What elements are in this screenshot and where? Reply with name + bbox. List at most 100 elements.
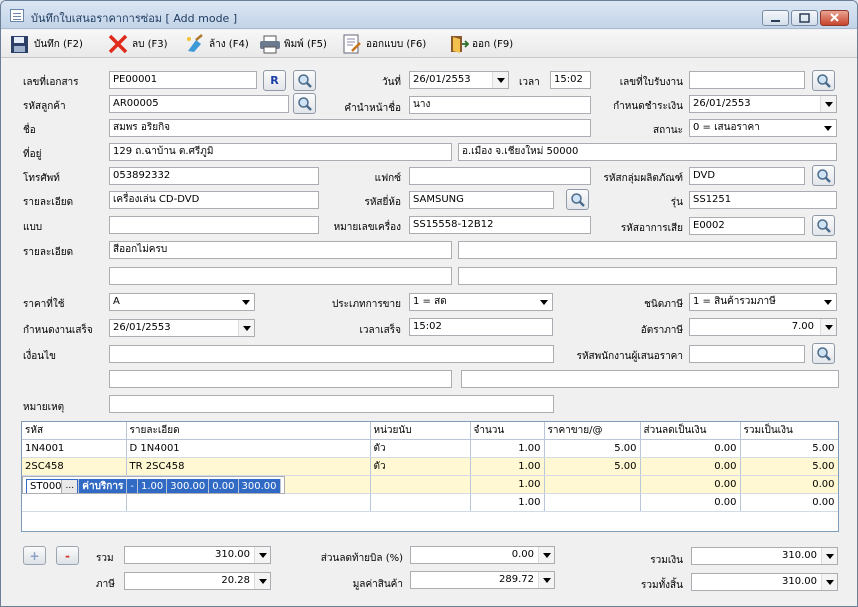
detail2-line4-field[interactable] — [458, 267, 837, 285]
name-field[interactable]: สมพร อริยกิจ — [109, 119, 591, 137]
dropdown-arrow-icon[interactable] — [538, 547, 554, 563]
customer-search-button[interactable] — [293, 93, 316, 114]
receipt-search-button[interactable] — [812, 70, 835, 91]
cell-price[interactable] — [544, 475, 641, 494]
minimize-button[interactable] — [762, 10, 789, 26]
cell-price[interactable]: 300.00 — [166, 478, 210, 493]
cell-amount[interactable]: 0.00 — [740, 475, 838, 494]
finish-time-field[interactable]: 15:02 — [409, 318, 553, 336]
table-row[interactable]: 1.00 0.00 0.00 — [22, 493, 838, 512]
conditions-line3-field[interactable] — [461, 370, 839, 388]
symptom-search-button[interactable] — [812, 215, 835, 236]
price-used-select[interactable]: A — [109, 293, 255, 311]
product-group-field[interactable]: DVD — [689, 167, 805, 185]
table-row[interactable]: 2SC458 TR 2SC458 ตัว 1.00 5.00 0.00 5.00 — [22, 457, 838, 476]
prefix-field[interactable]: นาง — [409, 96, 591, 114]
bill-discount-field[interactable]: 0.00 — [410, 546, 555, 564]
column-header-unit[interactable]: หน่วยนับ — [370, 422, 471, 440]
cell-unit[interactable] — [370, 475, 471, 494]
dropdown-arrow-icon[interactable] — [821, 548, 837, 564]
column-header-price[interactable]: ราคาขาย/@ — [544, 422, 641, 440]
cell-discount[interactable]: 0.00 — [640, 439, 741, 458]
cell-detail[interactable] — [126, 493, 371, 512]
cell-amount[interactable]: 300.00 — [238, 478, 281, 493]
salesman-field[interactable] — [689, 345, 805, 363]
product-group-search-button[interactable] — [812, 165, 835, 186]
customer-code-field[interactable]: AR00005 — [109, 95, 289, 113]
cell-detail[interactable]: TR 2SC458 — [126, 457, 371, 476]
dropdown-arrow-icon[interactable] — [820, 319, 836, 335]
dropdown-arrow-icon[interactable] — [820, 96, 836, 112]
delete-button[interactable]: ลบ (F3) — [107, 34, 168, 54]
cell-qty[interactable]: 1.00 — [470, 439, 545, 458]
cell-code[interactable]: 2SC458 — [22, 457, 127, 476]
doc-no-search-button[interactable] — [293, 70, 316, 91]
cell-amount[interactable]: 0.00 — [740, 493, 838, 512]
date-picker[interactable]: 26/01/2553 — [409, 71, 509, 89]
grand-total-field[interactable]: 310.00 — [691, 573, 838, 591]
dropdown-arrow-icon[interactable] — [238, 294, 254, 310]
conditions-line1-field[interactable] — [109, 345, 554, 363]
dropdown-arrow-icon[interactable] — [820, 120, 836, 136]
cell-unit[interactable]: ตัว — [370, 457, 471, 476]
due-date-picker[interactable]: 26/01/2553 — [689, 95, 837, 113]
close-button[interactable] — [820, 10, 849, 26]
status-select[interactable]: 0 = เสนอราคา — [689, 119, 837, 137]
salesman-search-button[interactable] — [812, 343, 835, 364]
design-button[interactable]: ออกแบบ (F6) — [341, 34, 426, 54]
phone-field[interactable]: 053892332 — [109, 167, 319, 185]
cell-amount[interactable]: 5.00 — [740, 439, 838, 458]
column-header-amount[interactable]: รวมเป็นเงิน — [740, 422, 838, 440]
cell-code[interactable]: 1N4001 — [22, 439, 127, 458]
serial-field[interactable]: SS15558-12B12 — [409, 216, 591, 234]
add-row-button[interactable]: + — [23, 546, 46, 565]
table-row-selected[interactable]: ST00001... ค่าบริการ - 1.00 300.00 0.00 … — [22, 475, 285, 494]
dropdown-arrow-icon[interactable] — [821, 574, 837, 590]
detail-field[interactable]: เครื่องเล่น CD-DVD — [109, 191, 319, 209]
goods-value-field[interactable]: 289.72 — [410, 571, 555, 589]
dropdown-arrow-icon[interactable] — [820, 294, 836, 310]
column-header-discount[interactable]: ส่วนลดเป็นเงิน — [640, 422, 741, 440]
save-button[interactable]: บันทึก (F2) — [9, 34, 83, 54]
dropdown-arrow-icon[interactable] — [238, 320, 254, 336]
detail2-line3-field[interactable] — [109, 267, 452, 285]
detail2-line2-field[interactable] — [458, 241, 837, 259]
exit-button[interactable]: ออก (F9) — [447, 34, 513, 54]
total-field[interactable]: 310.00 — [691, 547, 838, 565]
print-button[interactable]: พิมพ์ (F5) — [259, 34, 327, 54]
dropdown-arrow-icon[interactable] — [536, 294, 552, 310]
cell-unit[interactable]: - — [126, 478, 138, 493]
brand-search-button[interactable] — [566, 189, 589, 210]
remove-row-button[interactable]: - — [56, 546, 79, 565]
address-line2-field[interactable]: อ.เมือง จ.เชียงใหม่ 50000 — [458, 143, 837, 161]
cell-detail[interactable]: D 1N4001 — [126, 439, 371, 458]
time-field[interactable]: 15:02 — [550, 71, 591, 89]
lookup-ellipsis-button[interactable]: ... — [61, 479, 78, 493]
dropdown-arrow-icon[interactable] — [254, 547, 270, 563]
cell-price[interactable]: 5.00 — [544, 457, 641, 476]
conditions-line2-field[interactable] — [109, 370, 452, 388]
doc-no-field[interactable]: PE00001 — [109, 71, 257, 89]
column-header-qty[interactable]: จำนวน — [470, 422, 545, 440]
dropdown-arrow-icon[interactable] — [492, 72, 508, 88]
fax-field[interactable] — [409, 167, 591, 185]
cell-code-editor[interactable]: ST00001... — [26, 478, 80, 493]
cell-qty[interactable]: 1.00 — [137, 478, 168, 493]
cell-discount[interactable]: 0.00 — [640, 457, 741, 476]
cell-price[interactable]: 5.00 — [544, 439, 641, 458]
cell-discount[interactable]: 0.00 — [208, 478, 239, 493]
column-header-code[interactable]: รหัส — [22, 422, 127, 440]
brand-field[interactable]: SAMSUNG — [409, 191, 554, 209]
type-field[interactable] — [109, 216, 319, 234]
tax-rate-field[interactable]: 7.00 — [689, 318, 837, 336]
cell-code[interactable] — [22, 493, 127, 512]
maximize-button[interactable] — [791, 10, 818, 26]
sum-field[interactable]: 310.00 — [124, 546, 271, 564]
cell-qty[interactable]: 1.00 — [470, 493, 545, 512]
cell-discount[interactable]: 0.00 — [640, 493, 741, 512]
address-line1-field[interactable]: 129 ถ.ฉาบ้าน ต.ศรีภูมิ — [109, 143, 452, 161]
detail2-line1-field[interactable]: สีออกไม่ครบ — [109, 241, 452, 259]
dropdown-arrow-icon[interactable] — [254, 573, 270, 589]
cell-unit[interactable] — [370, 493, 471, 512]
cell-discount[interactable]: 0.00 — [640, 475, 741, 494]
